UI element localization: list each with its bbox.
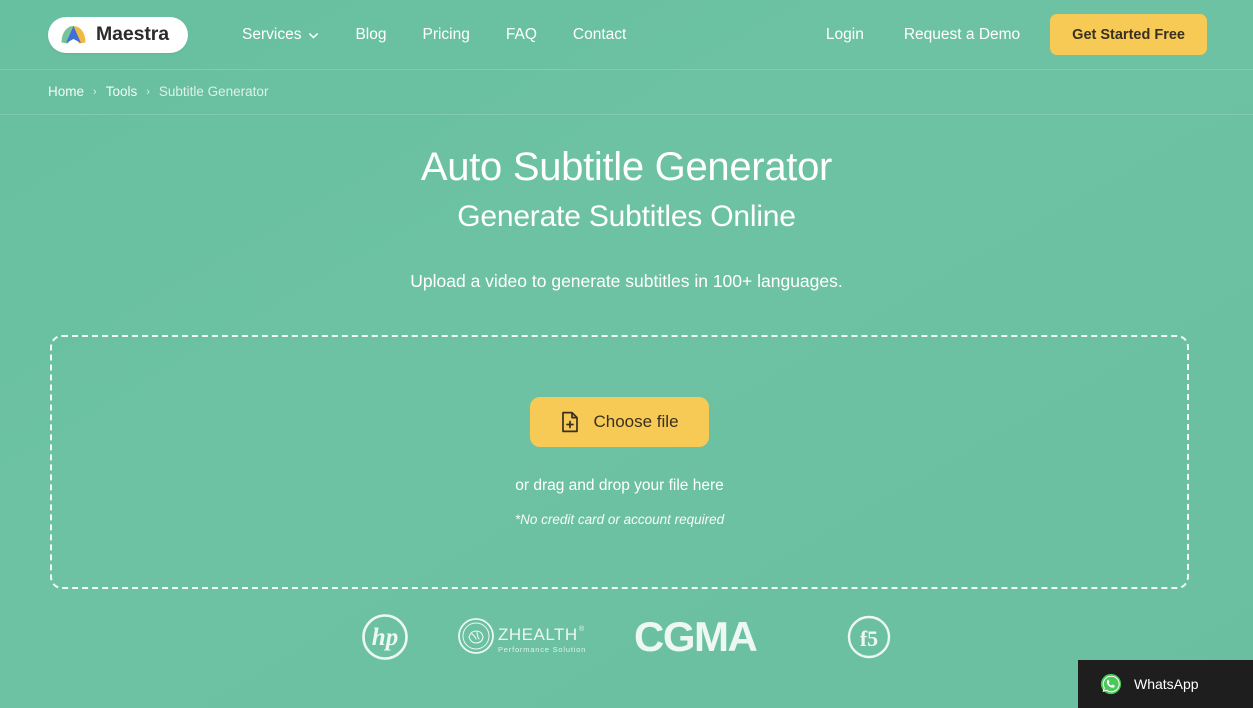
breadcrumb-item-tools[interactable]: Tools (106, 85, 138, 99)
nav-item-services[interactable]: Services (224, 19, 337, 51)
get-started-free-button[interactable]: Get Started Free (1050, 14, 1207, 55)
site-header: Maestra Services Blog Pricing FAQ Contac… (0, 0, 1253, 69)
client-logo-strip: hp ZHEALTH ® Performance Solutions CGMA … (0, 614, 1253, 660)
maestra-mountain-logo-icon (61, 25, 86, 43)
hero-section: Auto Subtitle Generator Generate Subtitl… (0, 115, 1253, 292)
client-logo-cgma: CGMA (634, 615, 759, 660)
request-demo-link[interactable]: Request a Demo (884, 19, 1040, 51)
login-link[interactable]: Login (806, 19, 884, 51)
breadcrumb-item-current: Subtitle Generator (158, 84, 269, 100)
nav-item-contact[interactable]: Contact (555, 19, 644, 51)
svg-text:hp: hp (372, 624, 398, 651)
breadcrumb-separator: › (93, 85, 97, 98)
client-logo-hp: hp (362, 614, 408, 660)
brand-logo[interactable]: Maestra (48, 16, 189, 53)
file-dropzone[interactable]: Choose file or drag and drop your file h… (50, 335, 1189, 589)
client-logo-f5: f5 (847, 615, 891, 659)
svg-text:f5: f5 (860, 626, 878, 651)
main-nav: Services Blog Pricing FAQ Contact (224, 19, 644, 51)
choose-file-button[interactable]: Choose file (530, 397, 709, 447)
nav-item-blog[interactable]: Blog (337, 19, 404, 51)
svg-text:®: ® (579, 625, 585, 633)
brand-name: Maestra (96, 22, 170, 45)
client-logo-zhealth: ZHEALTH ® Performance Solutions (458, 618, 586, 654)
chevron-down-icon (309, 33, 319, 39)
hero-description: Upload a video to generate subtitles in … (410, 271, 843, 292)
svg-text:Performance Solutions: Performance Solutions (498, 645, 586, 654)
svg-text:CGMA: CGMA (634, 615, 757, 660)
breadcrumb: Home › Tools › Subtitle Generator (0, 69, 1253, 115)
svg-text:ZHEALTH: ZHEALTH (498, 625, 578, 644)
breadcrumb-separator: › (146, 85, 150, 98)
header-actions: Login Request a Demo Get Started Free (806, 14, 1207, 55)
page-subtitle: Generate Subtitles Online (457, 200, 796, 234)
choose-file-button-label: Choose file (593, 412, 679, 431)
drag-drop-hint: or drag and drop your file here (515, 477, 724, 494)
whatsapp-label: WhatsApp (1134, 676, 1199, 692)
whatsapp-widget[interactable]: WhatsApp (1078, 660, 1253, 708)
nav-item-pricing[interactable]: Pricing (404, 19, 487, 51)
breadcrumb-item-home[interactable]: Home (48, 85, 84, 99)
nav-item-services-label: Services (242, 25, 302, 43)
nav-item-faq[interactable]: FAQ (488, 19, 555, 51)
whatsapp-icon (1100, 673, 1122, 695)
file-plus-icon (562, 411, 579, 433)
page-title: Auto Subtitle Generator (420, 145, 833, 189)
no-credit-card-note: *No credit card or account required (514, 512, 725, 527)
